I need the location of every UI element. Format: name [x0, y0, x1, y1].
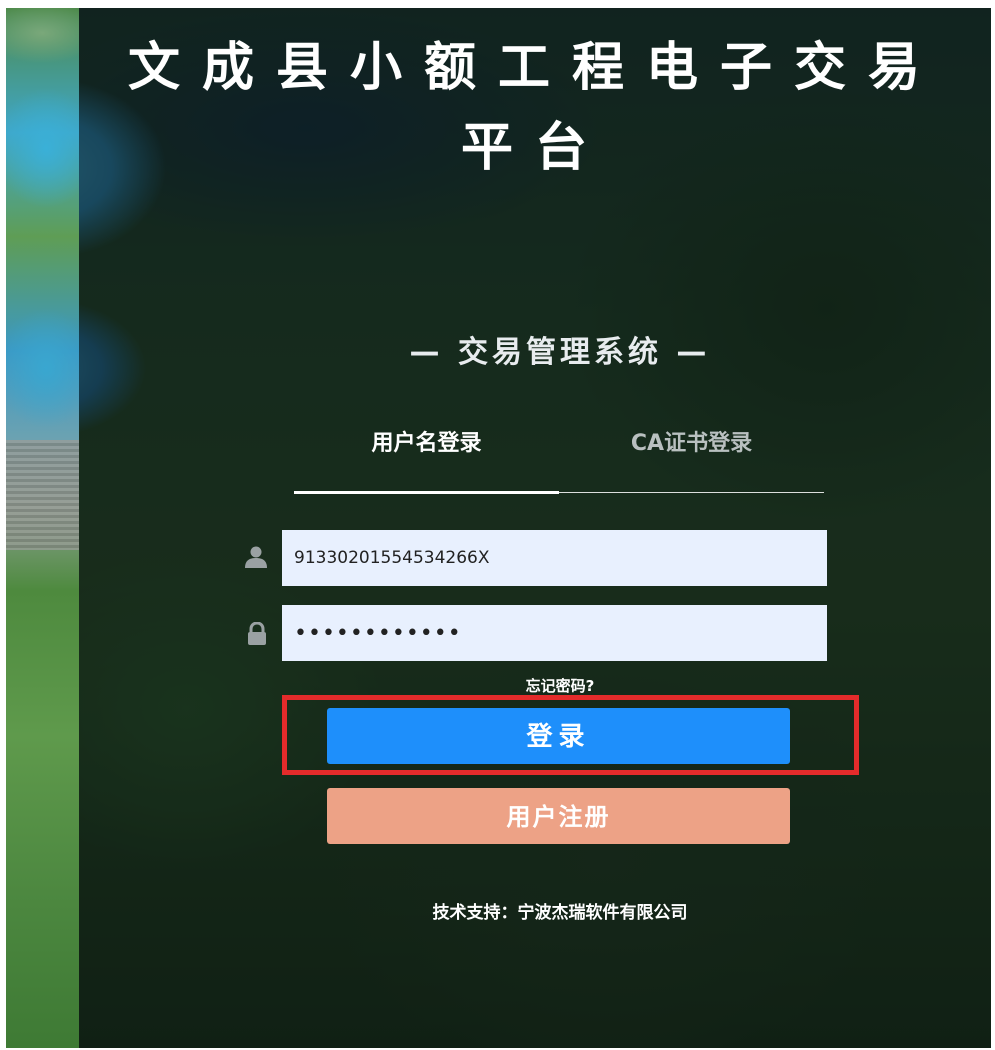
login-tabs: 用户名登录 CA证书登录 — [294, 418, 824, 494]
password-input[interactable] — [282, 605, 827, 661]
lock-icon — [248, 622, 266, 645]
page-title-line2: 平台 — [460, 118, 609, 178]
user-icon — [245, 546, 267, 568]
login-button[interactable]: 登录 — [327, 708, 790, 764]
tab-ca-login[interactable]: CA证书登录 — [559, 418, 824, 470]
tab-username-login[interactable]: 用户名登录 — [294, 418, 559, 470]
page-title-line1: 文成县小额工程电子交易 — [127, 38, 942, 98]
tab-active-indicator — [294, 491, 559, 494]
page-title: 文成县小额工程电子交易 平台 — [79, 28, 991, 188]
username-input[interactable] — [282, 530, 827, 586]
forgot-password-link[interactable]: 忘记密码? — [460, 676, 660, 696]
tech-support-text: 技术支持：宁波杰瑞软件有限公司 — [432, 903, 688, 923]
dam-illustration — [6, 440, 79, 550]
system-name: — 交易管理系统 — — [409, 335, 711, 370]
register-button[interactable]: 用户注册 — [327, 788, 790, 844]
login-page: 文成县小额工程电子交易 平台 — 交易管理系统 — 用户名登录 CA证书登录 忘… — [0, 0, 995, 1050]
